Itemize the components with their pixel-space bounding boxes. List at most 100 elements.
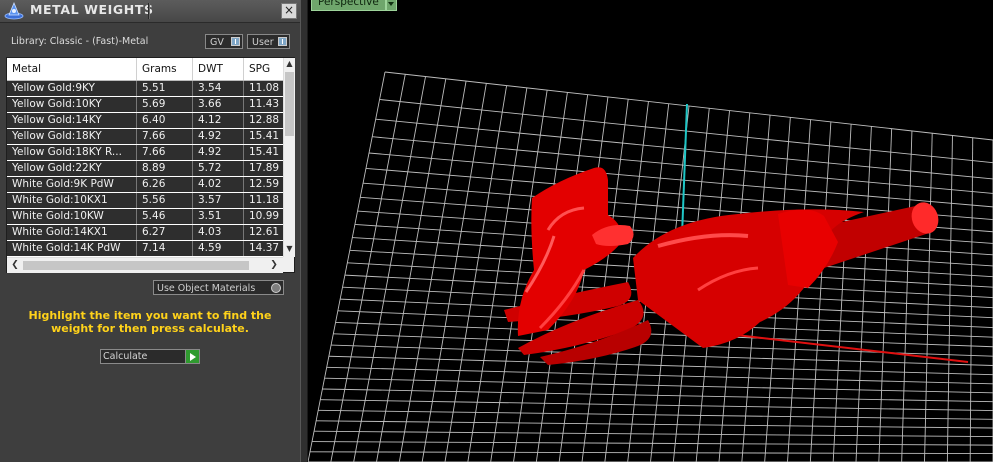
cell-grams: 6.40 [137, 113, 193, 128]
vertical-scrollbar[interactable]: ▲ ▼ [283, 58, 295, 257]
cell-grams: 5.51 [137, 81, 193, 96]
grid-line [878, 128, 893, 462]
instruction-text: Highlight the item you want to find the … [28, 309, 272, 335]
cell-metal: Yellow Gold:14KY [7, 113, 137, 128]
cell-spg: 12.59 [249, 178, 280, 190]
table-row[interactable]: White Gold:9K PdW 6.26 4.02 12.59 [7, 177, 283, 193]
gv-indicator-icon [231, 37, 240, 46]
cell-grams: 6.27 [137, 225, 193, 240]
perspective-viewport[interactable]: Perspective [308, 0, 993, 462]
user-label: User [252, 37, 274, 48]
table-row[interactable]: Yellow Gold:22KY 8.89 5.72 17.89 [7, 161, 283, 177]
cell-spg: 12.61 [249, 226, 280, 238]
cell-metal: White Gold:14KX1 [7, 225, 137, 240]
grid-line [353, 76, 426, 462]
cell-dwt: 3.51 [193, 209, 244, 224]
user-indicator-icon [278, 37, 287, 46]
cell-grams: 7.66 [137, 129, 193, 144]
close-button[interactable]: × [281, 3, 297, 19]
cell-grams: 7.14 [137, 241, 193, 256]
grid-line [330, 74, 406, 462]
cell-metal: White Gold:10KW [7, 209, 137, 224]
radio-circle-icon [271, 283, 281, 293]
table-row[interactable]: Yellow Gold:14KY 6.40 4.12 12.88 [7, 113, 283, 129]
cell-metal: White Gold:10KX1 [7, 193, 137, 208]
y-axis-line [681, 103, 688, 237]
gv-label: GV [210, 37, 224, 48]
cell-metal: White Gold:9K PdW [7, 177, 137, 192]
cell-dwt: 4.92 [193, 145, 244, 160]
grid-line [901, 130, 913, 462]
grid-line [581, 99, 629, 462]
panel-titlebar[interactable]: METAL WEIGHTS × [0, 0, 300, 23]
cell-dwt: 4.59 [193, 241, 244, 256]
table-row[interactable]: Yellow Gold:9KY 5.51 3.54 11.08 [7, 81, 283, 97]
grid-line [376, 78, 447, 462]
calculate-button[interactable]: Calculate [100, 349, 200, 364]
cell-metal: White Gold:14K PdW [7, 241, 137, 256]
view-name-tab[interactable]: Perspective [311, 0, 386, 11]
use-object-materials-label: Use Object Materials [157, 283, 256, 294]
grid-line [855, 126, 872, 462]
metal-weights-panel: METAL WEIGHTS × Library: Classic - (Fast… [0, 0, 300, 462]
table-row[interactable]: Yellow Gold:18KY 7.66 4.92 15.41 [7, 129, 283, 145]
panel-splitter[interactable] [300, 0, 308, 462]
cell-dwt: 4.12 [193, 113, 244, 128]
grid-line [328, 355, 993, 376]
table-body: Yellow Gold:9KY 5.51 3.54 11.08 Yellow Gold:… [7, 81, 283, 256]
scroll-left-icon[interactable]: ❮ [9, 259, 21, 272]
library-label: Library: Classic - (Fast)-Metal [11, 36, 149, 47]
scroll-up-icon[interactable]: ▲ [284, 58, 295, 69]
cell-spg: 17.89 [249, 162, 280, 174]
scroll-right-icon[interactable]: ❯ [268, 259, 280, 272]
cell-spg: 11.08 [249, 82, 280, 94]
cell-grams: 6.26 [137, 177, 193, 192]
cell-dwt: 4.92 [193, 129, 244, 144]
panel-title: METAL WEIGHTS [30, 2, 154, 17]
title-divider [148, 3, 150, 19]
table-row[interactable]: Yellow Gold:18KY R... 7.66 4.92 15.41 [7, 145, 283, 161]
cell-dwt: 4.02 [193, 177, 244, 192]
horizontal-scrollbar[interactable]: ❮ ❯ [7, 257, 283, 273]
cell-grams: 5.46 [137, 209, 193, 224]
table-row[interactable]: White Gold:14K PdW 7.14 4.59 14.37 [7, 241, 283, 256]
vertical-scroll-thumb[interactable] [285, 72, 294, 136]
table-row[interactable]: White Gold:14KX1 6.27 4.03 12.61 [7, 225, 283, 241]
grid-line [308, 71, 386, 462]
cell-spg: 15.41 [249, 130, 280, 142]
grid-line [335, 321, 993, 348]
grid-line [809, 121, 832, 462]
user-toggle[interactable]: User [247, 34, 290, 49]
cell-dwt: 5.72 [193, 161, 244, 176]
grid-line [832, 124, 852, 462]
cell-metal: Yellow Gold:22KY [7, 161, 137, 176]
app-logo-icon [4, 1, 24, 20]
play-arrow-icon[interactable] [185, 350, 199, 363]
scene-canvas[interactable] [308, 0, 993, 462]
cell-metal: Yellow Gold:10KY [7, 97, 137, 112]
table-row[interactable]: White Gold:10KW 5.46 3.51 10.99 [7, 209, 283, 225]
cell-spg: 10.99 [249, 210, 280, 222]
cell-grams: 8.89 [137, 161, 193, 176]
scroll-down-icon[interactable]: ▼ [284, 243, 295, 254]
horizontal-scroll-thumb[interactable] [23, 261, 249, 270]
cell-spg: 11.18 [249, 194, 280, 206]
cell-grams: 5.69 [137, 97, 193, 112]
grid-line [331, 344, 993, 366]
column-header-metal[interactable]: Metal [7, 58, 137, 80]
view-dropdown-chevron-icon[interactable] [386, 0, 397, 11]
column-header-grams[interactable]: Grams [137, 58, 193, 80]
cell-metal: Yellow Gold:18KY [7, 129, 137, 144]
use-object-materials-button[interactable]: Use Object Materials [153, 280, 284, 295]
column-header-dwt[interactable]: DWT [193, 58, 244, 80]
table-row[interactable]: White Gold:10KX1 5.56 3.57 11.18 [7, 193, 283, 209]
grid-line [398, 80, 467, 462]
column-header-spg[interactable]: SPG [244, 58, 283, 80]
cell-dwt: 3.66 [193, 97, 244, 112]
cell-spg: 15.41 [249, 146, 280, 158]
cell-metal: Yellow Gold:18KY R... [7, 145, 137, 160]
metal-table: Metal Grams DWT SPG Yellow Gold:9KY 5.51 3… [6, 57, 295, 273]
gv-toggle[interactable]: GV [205, 34, 243, 49]
table-row[interactable]: Yellow Gold:10KY 5.69 3.66 11.43 [7, 97, 283, 113]
grid-line [969, 137, 974, 462]
